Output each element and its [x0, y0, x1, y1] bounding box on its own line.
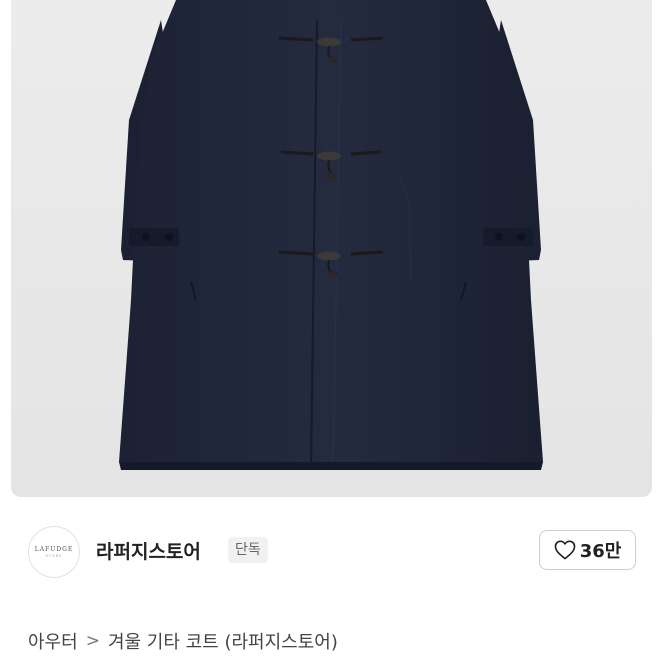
breadcrumb-category[interactable]: 아우터: [28, 628, 78, 654]
heart-outline-icon: [554, 540, 576, 560]
coat-body: [119, 0, 543, 470]
product-page: LAFUDGE STORE 라퍼지스토어 단독 36만 아우터 > 겨울 기타 …: [0, 0, 663, 663]
product-image[interactable]: [11, 0, 652, 497]
store-logo-subtext: STORE: [45, 554, 63, 558]
store-logo-text: LAFUDGE: [34, 546, 74, 553]
chevron-right-icon: >: [85, 631, 100, 651]
store-logo[interactable]: LAFUDGE STORE: [28, 526, 80, 578]
breadcrumb: 아우터 > 겨울 기타 코트 (라퍼지스토어): [28, 628, 338, 654]
store-row[interactable]: LAFUDGE STORE 라퍼지스토어 단독 36만: [0, 520, 663, 584]
like-count: 36만: [579, 541, 622, 562]
store-name[interactable]: 라퍼지스토어: [96, 537, 201, 564]
like-button[interactable]: 36만: [539, 530, 636, 570]
breadcrumb-title: 겨울 기타 코트 (라퍼지스토어): [107, 632, 338, 653]
exclusive-badge: 단독: [228, 537, 268, 563]
coat-illustration: [11, 0, 652, 497]
